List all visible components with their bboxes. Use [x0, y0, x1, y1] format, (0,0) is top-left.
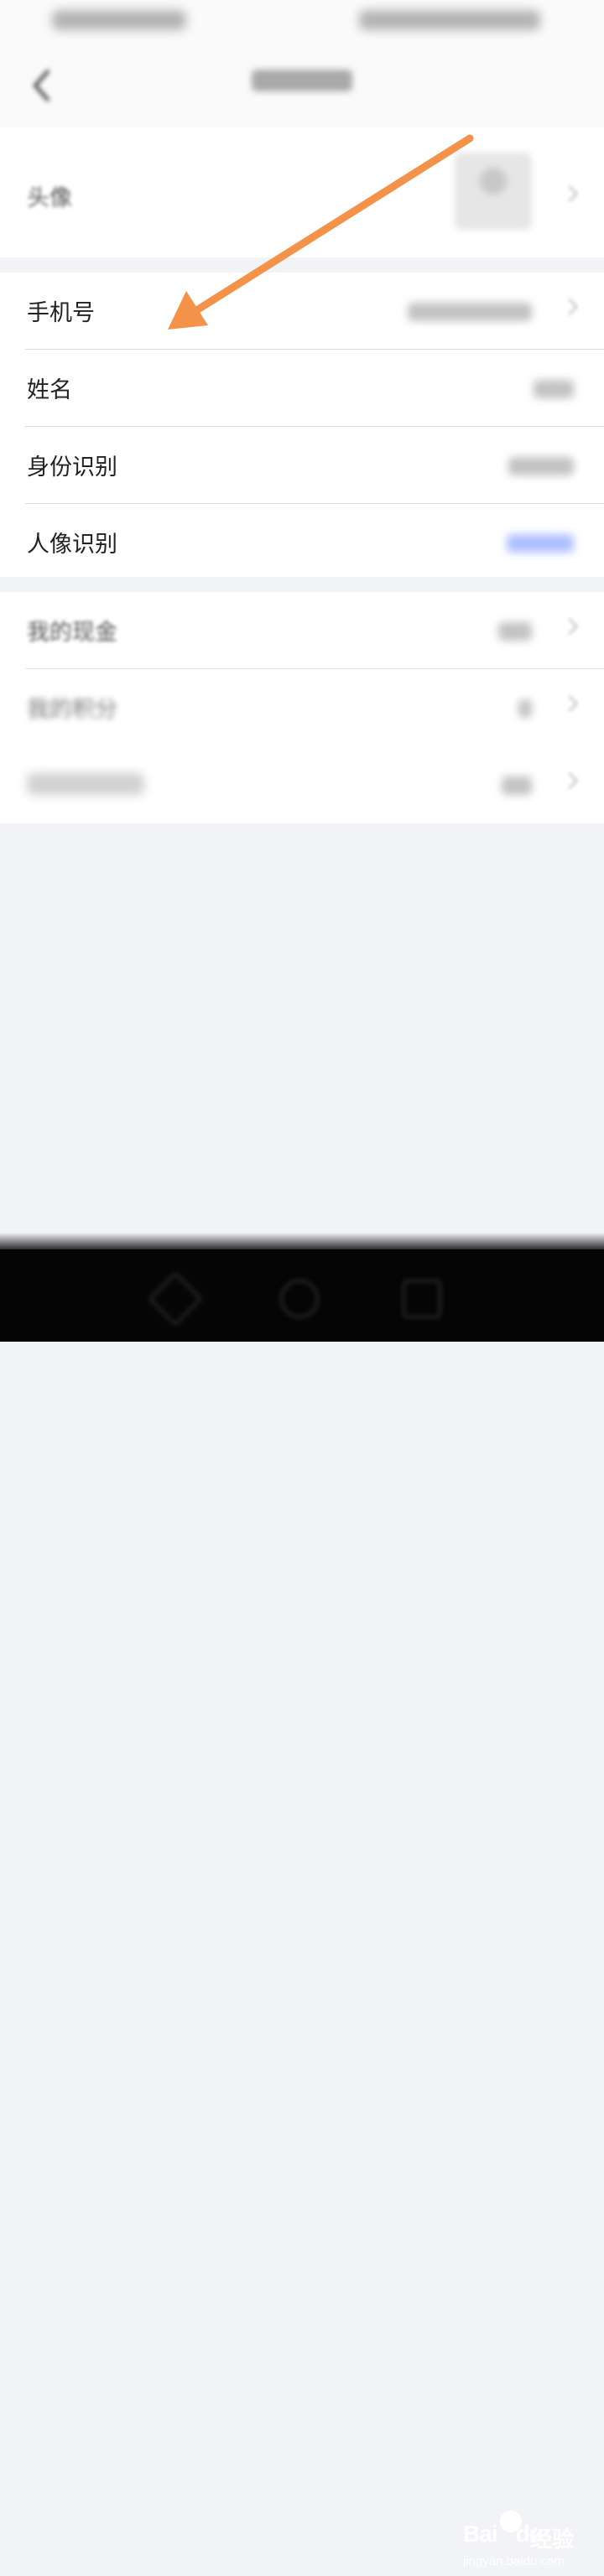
watermark-url: jingyan.baidu.com	[463, 2554, 565, 2568]
list-item-points[interactable]: 我的积分	[0, 669, 604, 746]
cash-label: 我的现金	[27, 620, 117, 646]
nav-bar	[0, 44, 604, 127]
status-bar	[0, 0, 604, 44]
phone-label: 手机号	[27, 300, 95, 326]
points-label: 我的积分	[27, 697, 117, 723]
phone-value	[408, 303, 532, 321]
list-item-face-verification[interactable]: 人像识别	[0, 504, 604, 581]
baidu-jingyan-watermark: Bai du 经验 jingyan.baidu.com	[463, 2511, 597, 2576]
system-nav-bar: Bai du 经验 jingyan.baidu.com	[0, 1249, 604, 2568]
face-verification-label: 人像识别	[27, 532, 117, 558]
points-value	[518, 699, 532, 718]
page-title	[0, 69, 604, 98]
chevron-right-icon	[561, 185, 578, 202]
paw-icon	[500, 2511, 522, 2532]
carrier-info	[52, 10, 186, 30]
back-triangle-icon[interactable]	[148, 1271, 203, 1327]
chevron-right-icon	[561, 772, 578, 789]
avatar-label: 头像	[27, 185, 72, 211]
avatar-row[interactable]: 头像	[0, 127, 604, 257]
id-verification-status	[508, 457, 574, 475]
info-section: 手机号 姓名 身份识别 人像识别	[0, 273, 604, 577]
face-verification-link[interactable]	[507, 534, 574, 553]
list-item-id-verification[interactable]: 身份识别	[0, 427, 604, 504]
cash-value	[498, 622, 532, 641]
avatar[interactable]	[455, 153, 532, 230]
home-circle-icon[interactable]	[280, 1280, 319, 1318]
name-label: 姓名	[27, 377, 72, 403]
blurred-row-value	[502, 776, 532, 795]
assets-section: 我的现金 我的积分	[0, 592, 604, 823]
system-status-icons	[359, 10, 540, 30]
name-value	[534, 380, 574, 398]
chevron-right-icon	[561, 618, 578, 635]
recents-square-icon[interactable]	[403, 1280, 441, 1318]
list-item-cash[interactable]: 我的现金	[0, 592, 604, 669]
id-verification-label: 身份识别	[27, 454, 117, 480]
chevron-right-icon	[561, 695, 578, 712]
blurred-row-label	[27, 773, 144, 795]
jingyan-brand: 经验	[530, 2527, 575, 2553]
chevron-right-icon	[561, 299, 578, 315]
list-item-blurred[interactable]	[0, 746, 604, 823]
list-item-name[interactable]: 姓名	[0, 350, 604, 427]
list-item-phone[interactable]: 手机号	[0, 273, 604, 350]
avatar-section: 头像	[0, 127, 604, 257]
